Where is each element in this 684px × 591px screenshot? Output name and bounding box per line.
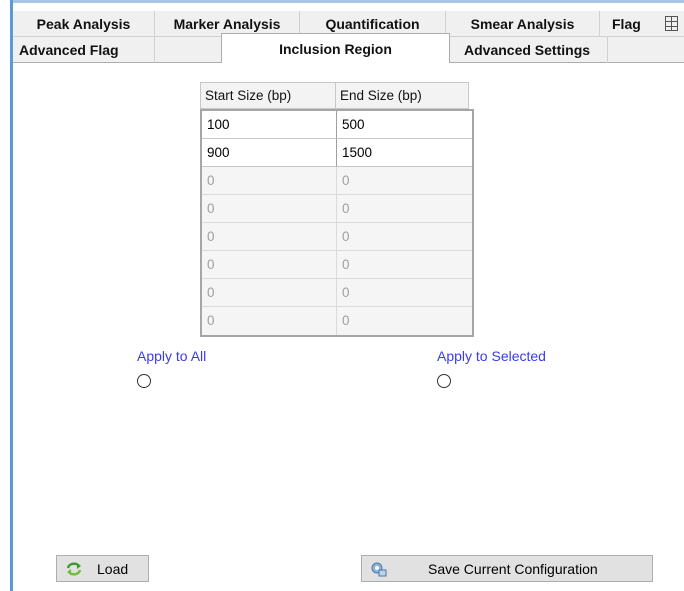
inclusion-region-panel: Start Size (bp) End Size (bp) 100 500 90… [13,64,684,591]
grid-row: 100 500 [202,111,472,139]
start-size-cell[interactable]: 100 [202,111,337,139]
tab-advanced-settings[interactable]: Advanced Settings [450,37,608,63]
start-size-cell[interactable]: 0 [202,223,337,251]
end-size-cell[interactable]: 0 [337,251,472,279]
start-size-cell[interactable]: 900 [202,139,337,167]
apply-to-all-label[interactable]: Apply to All [137,348,206,364]
grid-row: 0 0 [202,223,472,251]
end-size-cell[interactable]: 0 [337,195,472,223]
start-size-cell[interactable]: 0 [202,279,337,307]
tab-flag-label: Flag [612,16,641,32]
grid-icon[interactable] [665,16,678,31]
column-header-start-size[interactable]: Start Size (bp) [200,82,336,109]
start-size-cell[interactable]: 0 [202,195,337,223]
grid-header: Start Size (bp) End Size (bp) [200,82,469,109]
save-configuration-button[interactable]: Save Current Configuration [361,555,653,582]
tab-strip-row-2: Advanced Flag Inclusion Region Advanced … [13,33,684,63]
tab-smear-analysis[interactable]: Smear Analysis [446,11,600,37]
grid-row: 0 0 [202,307,472,335]
tab-peak-analysis[interactable]: Peak Analysis [13,11,155,37]
apply-to-selected-label[interactable]: Apply to Selected [437,348,546,364]
window-top-border [10,0,684,3]
end-size-cell[interactable]: 500 [337,111,472,139]
grid-row: 0 0 [202,195,472,223]
load-button-label: Load [97,560,129,577]
save-configuration-label: Save Current Configuration [428,560,598,577]
start-size-cell[interactable]: 0 [202,307,337,335]
apply-to-selected-radio[interactable] [437,374,451,388]
start-size-cell[interactable]: 0 [202,167,337,195]
load-button[interactable]: Load [56,555,149,582]
save-config-icon [371,562,387,577]
start-size-cell[interactable]: 0 [202,251,337,279]
apply-to-all-radio[interactable] [137,374,151,388]
end-size-cell[interactable]: 0 [337,307,472,335]
grid-row: 0 0 [202,279,472,307]
end-size-cell[interactable]: 0 [337,223,472,251]
tab-advanced-flag[interactable]: Advanced Flag [13,37,155,63]
refresh-arrows-icon [66,562,82,576]
column-header-end-size[interactable]: End Size (bp) [335,82,469,109]
grid-row: 900 1500 [202,139,472,167]
tab-flag[interactable]: Flag [600,11,684,37]
end-size-cell[interactable]: 0 [337,167,472,195]
tab-inclusion-region[interactable]: Inclusion Region [221,33,450,63]
end-size-cell[interactable]: 1500 [337,139,472,167]
end-size-cell[interactable]: 0 [337,279,472,307]
grid-row: 0 0 [202,167,472,195]
grid-row: 0 0 [202,251,472,279]
settings-window: Peak Analysis Marker Analysis Quantifica… [0,0,684,591]
inclusion-region-grid: 100 500 900 1500 0 0 0 0 0 0 0 0 0 0 0 0 [200,109,474,337]
